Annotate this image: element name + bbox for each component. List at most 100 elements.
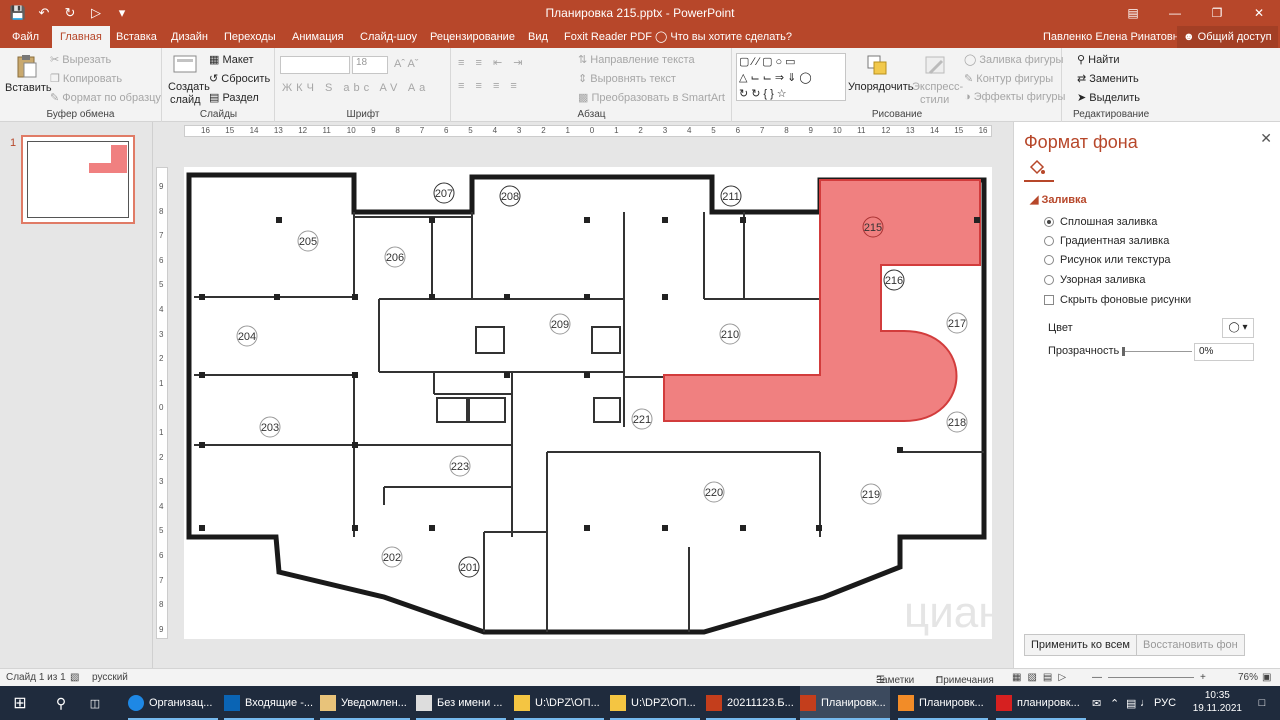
close-icon[interactable]: ✕ [1238,0,1280,26]
taskbar-image[interactable]: Планировк... [898,686,988,720]
shape-outline-button[interactable]: ✎ Контур фигуры [964,72,1053,85]
volume-icon[interactable]: ♩ [1140,686,1154,720]
maximize-icon[interactable]: ❐ [1196,0,1238,26]
radio[interactable] [1044,255,1054,265]
share-button[interactable]: ☻ Общий доступ [1177,26,1278,48]
section-button[interactable]: ▤ Раздел [209,91,259,104]
radio[interactable] [1044,275,1054,285]
minimize-icon[interactable]: — [1154,0,1196,26]
zoom-slider[interactable] [1108,677,1194,678]
cursor-icon: ➤ [1077,92,1090,104]
paint-bucket-icon[interactable] [1028,158,1046,176]
language-status[interactable]: русский [92,672,128,683]
close-icon[interactable]: ✕ [1260,130,1272,147]
tab-transitions[interactable]: Переходы [216,26,284,48]
new-slide-label-1[interactable]: Создать [168,81,210,93]
list-buttons[interactable]: ≡ ≡ ⇤ ⇥ [458,56,526,69]
proofing-icon[interactable]: ▧ [70,672,79,683]
transparency-slider[interactable] [1122,347,1192,356]
radio[interactable] [1044,217,1054,227]
tab-home[interactable]: Главная [52,26,110,48]
shape-fill-button[interactable]: ◯ Заливка фигуры [964,53,1063,66]
ribbon-display-icon[interactable]: ▤ [1112,0,1154,26]
arrange-icon[interactable] [864,53,892,79]
quick-styles-label-2[interactable]: стили [920,94,949,106]
tab-foxit[interactable]: Foxit Reader PDF [556,26,660,48]
reset-button[interactable]: ↺ Сбросить [209,72,270,85]
replace-button[interactable]: ⇄ Заменить [1077,72,1139,85]
windows-start-icon[interactable]: ⊞ [0,686,40,720]
picture-fill-option[interactable]: Рисунок или текстура [1044,254,1171,266]
align-text-button[interactable]: ⇕ Выровнять текст [578,72,676,85]
transparency-input[interactable]: 0% [1194,343,1254,361]
network-icon[interactable]: ▤ [1126,686,1140,720]
taskbar-powerpoint-active[interactable]: Планировк... [800,686,890,720]
slide-canvas[interactable]: 201 202 203 204 205 206 207 208 209 210 … [184,167,992,639]
select-button[interactable]: ➤ Выделить [1077,91,1140,104]
paste-button[interactable]: Вставить [5,82,52,94]
notifications-icon[interactable]: □ [1252,686,1272,720]
tab-design[interactable]: Дизайн [163,26,216,48]
text-direction-button[interactable]: ⇅ Направление текста [578,53,695,66]
tab-review[interactable]: Рецензирование [422,26,523,48]
taskbar-ie[interactable]: Организац... [128,686,218,720]
cut-button[interactable]: ✂ Вырезать [50,53,111,66]
taskbar-notification[interactable]: Уведомлен... [320,686,410,720]
tab-insert[interactable]: Вставка [108,26,165,48]
taskbar-foxit[interactable]: планировк... [996,686,1086,720]
view-buttons[interactable]: ▦▧▤▷ [1012,672,1072,683]
ruler-tick-label: 9 [371,126,376,135]
taskbar-folder-1[interactable]: U:\DPZ\ОП... [514,686,604,720]
zoom-out-icon[interactable]: — [1092,672,1102,683]
font-size-box[interactable]: 18 [352,56,388,74]
fill-section-header[interactable]: ◢ Заливка [1030,193,1087,206]
align-buttons[interactable]: ≡ ≡ ≡ ≡ [458,80,521,92]
layout-button[interactable]: ▦ Макет [209,53,254,66]
taskbar-untitled[interactable]: Без имени ... [416,686,506,720]
search-icon[interactable]: ⚲ [46,686,76,720]
font-format-buttons[interactable]: ЖКЧ S abc AV Aa [282,82,429,94]
tell-me-box[interactable]: ◯ Что вы хотите сделать? [655,26,792,48]
format-painter-button[interactable]: ✎ Формат по образцу [50,91,161,104]
find-button[interactable]: ⚲ Найти [1077,53,1120,66]
radio[interactable] [1044,236,1054,246]
taskbar-folder-2[interactable]: U:\DPZ\ОП... [610,686,700,720]
copy-button[interactable]: ❐ Копировать [50,72,122,85]
tab-file[interactable]: Файл [4,26,47,48]
language-indicator[interactable]: РУС [1154,686,1180,720]
font-name-box[interactable] [280,56,350,74]
color-picker-button[interactable]: ◯ ▾ [1222,318,1254,338]
new-slide-label-2[interactable]: слайд [170,94,201,106]
outlook-tray-icon[interactable]: ✉ [1092,686,1106,720]
tab-animations[interactable]: Анимация [284,26,352,48]
room-215-highlight[interactable] [663,179,981,422]
pattern-fill-option[interactable]: Узорная заливка [1044,274,1145,286]
slide-thumbnail[interactable] [21,135,135,224]
checkbox[interactable] [1044,295,1054,305]
reset-background-button[interactable]: Восстановить фон [1136,634,1245,656]
zoom-in-icon[interactable]: + [1200,672,1206,683]
tab-view[interactable]: Вид [520,26,556,48]
tab-slideshow[interactable]: Слайд-шоу [352,26,425,48]
clock[interactable]: 10:35 19.11.2021 [1193,689,1242,715]
tray-arrow-icon[interactable]: ⌃ [1110,686,1124,720]
paste-icon[interactable] [12,54,40,80]
taskbar-outlook[interactable]: Входящие -... [224,686,314,720]
arrange-button[interactable]: Упорядочить [848,81,913,93]
shapes-gallery[interactable]: ▢∕∕▢○▭ △⌙⌙⇒⇓◯ ↻↻{}☆ [736,53,846,101]
ruler-tick-label: 7 [419,126,425,135]
shape-effects-button[interactable]: ◑ Эффекты фигуры [964,91,1065,103]
fit-slide-icon[interactable]: ▣ [1262,672,1271,683]
gradient-fill-option[interactable]: Градиентная заливка [1044,235,1169,247]
hide-background-option[interactable]: Скрыть фоновые рисунки [1044,294,1191,306]
smartart-button[interactable]: ▩ Преобразовать в SmartArt [578,91,725,104]
quick-styles-label-1[interactable]: Экспресс- [912,81,963,93]
quick-styles-icon[interactable] [922,53,950,79]
solid-fill-option[interactable]: Сплошная заливка [1044,216,1157,228]
apply-to-all-button[interactable]: Применить ко всем [1024,634,1137,656]
taskbar-pdf[interactable]: 20211123.Б... [706,686,796,720]
new-slide-icon[interactable] [171,52,199,78]
zoom-level[interactable]: 76% [1238,672,1258,683]
grow-font-icon[interactable]: Aˆ Aˇ [394,58,418,70]
task-view-icon[interactable]: ◫ [80,686,110,720]
